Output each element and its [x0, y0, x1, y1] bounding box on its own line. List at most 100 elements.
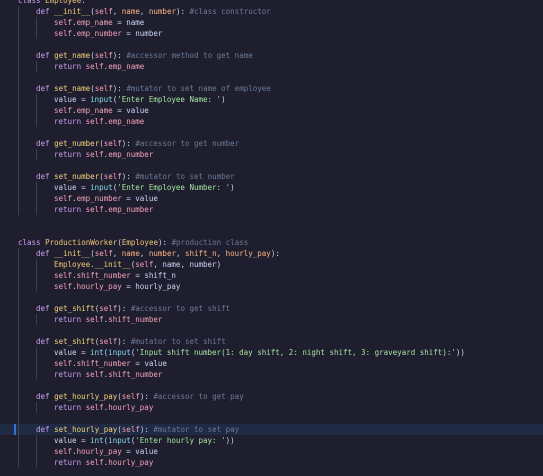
indent-guide [36, 17, 37, 28]
code-token: = [76, 436, 91, 445]
code-line[interactable]: Employee.__init__(self, name, number) [0, 259, 543, 270]
code-line[interactable]: def set_name(self): #mutator to set name… [0, 83, 543, 94]
code-line[interactable]: return self.emp_number [0, 149, 543, 160]
code-text: def __init__(self, name, number): #class… [36, 6, 271, 17]
code-line[interactable]: def get_name(self): #accessor method to … [0, 50, 543, 61]
code-line[interactable] [0, 127, 543, 138]
code-token: self [94, 7, 113, 16]
code-token: shift_n [185, 249, 217, 258]
indent-guide [18, 292, 19, 303]
code-text: def get_hourly_pay(self): #accessor to g… [36, 391, 244, 402]
code-token: hourly_pay [76, 447, 122, 456]
code-line[interactable]: self.shift_number = shift_n [0, 270, 543, 281]
code-token: : [81, 0, 86, 5]
code-token: shift_number [76, 271, 131, 280]
code-token: class [18, 0, 46, 5]
code-token: self [85, 315, 104, 324]
code-line[interactable] [0, 215, 543, 226]
code-token: #production class [171, 238, 249, 247]
code-line[interactable]: def get_number(self): #accessor to get n… [0, 138, 543, 149]
code-token: number [135, 29, 163, 38]
code-text: def set_shift(self): #mutator to set shi… [36, 336, 226, 347]
code-line[interactable] [0, 39, 543, 50]
indent-guide [36, 457, 37, 468]
code-token: ) [216, 260, 222, 269]
indent-guide [18, 116, 19, 127]
code-token: = [121, 194, 136, 203]
code-line[interactable]: return self.shift_number [0, 314, 543, 325]
code-line[interactable]: def get_hourly_pay(self): #accessor to g… [0, 391, 543, 402]
code-line[interactable]: def get_shift(self): #accessor to get sh… [0, 303, 543, 314]
code-token: #accessor to get number [135, 139, 240, 148]
indent-guide [18, 72, 19, 83]
code-text: return self.shift_number [54, 369, 162, 380]
code-text: return self.emp_number [54, 149, 153, 160]
code-line[interactable]: def __init__(self, name, number, shift_n… [0, 248, 543, 259]
code-token: emp_name [76, 106, 113, 115]
code-line[interactable]: return self.hourly_pay [0, 457, 543, 468]
code-line[interactable]: self.emp_name = name [0, 17, 543, 28]
code-line[interactable]: value = input('Enter Employee Name: ') [0, 94, 543, 105]
code-token: Employee [45, 0, 82, 5]
code-editor[interactable]: class Employee: def __init__(self, name, … [0, 0, 543, 476]
code-line[interactable] [0, 292, 543, 303]
code-line[interactable]: value = input('Enter Employee Number: ') [0, 182, 543, 193]
code-lines[interactable]: class Employee: def __init__(self, name, … [0, 0, 543, 468]
code-line[interactable] [0, 72, 543, 83]
code-line[interactable]: value = int(input('Input shift number(1:… [0, 347, 543, 358]
code-token: , [112, 249, 122, 258]
code-text: def set_number(self): #mutator to set nu… [36, 171, 235, 182]
indent-guide [36, 204, 37, 215]
code-line[interactable] [0, 380, 543, 391]
code-token: shift_n [144, 271, 176, 280]
code-token: #accessor method to get name [126, 51, 253, 60]
indent-guide [18, 358, 19, 369]
code-token: self [85, 403, 104, 412]
code-token: ): [270, 249, 280, 258]
code-line[interactable] [0, 226, 543, 237]
code-token: __init__ [54, 7, 91, 16]
code-token: get_hourly_pay [54, 392, 118, 401]
code-token: ): [112, 51, 127, 60]
code-line[interactable]: self.emp_number = number [0, 28, 543, 39]
code-token: emp_name [108, 117, 145, 126]
indent-guide [18, 446, 19, 457]
code-token: get_shift [54, 304, 95, 313]
code-token: emp_number [108, 205, 154, 214]
code-token: self [85, 205, 104, 214]
code-token: int [90, 436, 104, 445]
code-line[interactable]: self.shift_number = value [0, 358, 543, 369]
indent-guide [18, 94, 19, 105]
code-line[interactable]: def set_number(self): #mutator to set nu… [0, 171, 543, 182]
code-line[interactable]: def __init__(self, name, number): #class… [0, 6, 543, 17]
code-token: self [85, 62, 104, 71]
code-token: self [94, 84, 113, 93]
code-text: self.shift_number = shift_n [54, 270, 176, 281]
indent-guide [18, 336, 19, 347]
code-line[interactable]: self.emp_number = value [0, 193, 543, 204]
code-token: , [175, 249, 186, 258]
code-line[interactable]: value = int(input('Enter hourly pay: ')) [0, 435, 543, 446]
indent-guide [18, 6, 19, 17]
code-token: ): [121, 172, 136, 181]
code-line[interactable] [0, 160, 543, 171]
code-token: emp_number [76, 29, 122, 38]
code-line[interactable]: return self.emp_name [0, 61, 543, 72]
code-line[interactable]: self.emp_name = value [0, 105, 543, 116]
code-line[interactable]: def set_shift(self): #mutator to set shi… [0, 336, 543, 347]
code-token: ): [139, 392, 154, 401]
code-line[interactable]: self.hourly_pay = hourly_pay [0, 281, 543, 292]
code-text: return self.emp_name [54, 61, 144, 72]
indent-guide [18, 457, 19, 468]
code-line[interactable] [0, 325, 543, 336]
code-line[interactable]: def set_hourly_pay(self): #mutator to se… [0, 424, 543, 435]
code-line[interactable]: return self.hourly_pay [0, 402, 543, 413]
code-line[interactable] [0, 413, 543, 424]
code-token: return [54, 315, 86, 324]
code-line[interactable]: self.hourly_pay = value [0, 446, 543, 457]
code-line[interactable]: return self.shift_number [0, 369, 543, 380]
code-line[interactable]: return self.emp_number [0, 204, 543, 215]
indent-guide [18, 149, 19, 160]
code-line[interactable]: class ProductionWorker(Employee): #produ… [0, 237, 543, 248]
code-line[interactable]: return self.emp_name [0, 116, 543, 127]
